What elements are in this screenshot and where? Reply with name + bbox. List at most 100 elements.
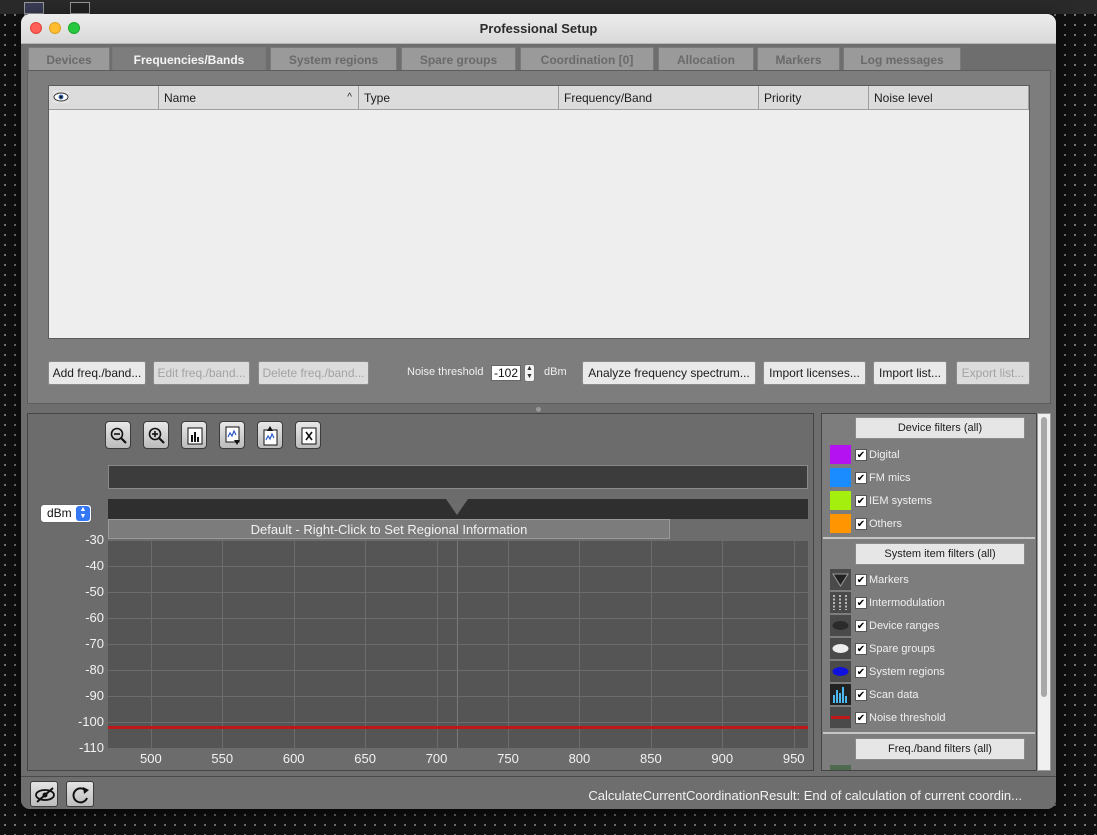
iem-systems-checkbox[interactable]: ✔ — [855, 495, 867, 507]
tab-system-regions[interactable]: System regions — [270, 47, 397, 70]
column-header-noise-level[interactable]: Noise level — [869, 86, 1029, 110]
clear-scan-button[interactable] — [295, 421, 321, 449]
system-item-filters-button[interactable]: System item filters (all) — [855, 543, 1025, 565]
desktop-top-strip — [0, 0, 1097, 14]
system-region-icon — [830, 661, 851, 682]
grid-line-horizontal — [108, 748, 808, 749]
spare-groups-checkbox[interactable]: ✔ — [855, 643, 867, 655]
delete-freq-band-button[interactable]: Delete freq./band... — [258, 361, 369, 385]
export-scan-button[interactable] — [219, 421, 245, 449]
select-arrows-icon: ▲ ▼ — [76, 506, 90, 521]
tab-devices[interactable]: Devices — [28, 47, 110, 70]
grid-line-horizontal — [108, 670, 808, 671]
spare-groups-label: Spare groups — [869, 643, 936, 655]
section-divider — [823, 537, 1035, 539]
zoom-out-button[interactable] — [105, 421, 131, 449]
noise-threshold-line[interactable] — [108, 726, 808, 730]
x-tick-label: 500 — [139, 751, 162, 766]
unit-select[interactable]: dBm ▲ ▼ — [40, 504, 92, 523]
device-filters-button[interactable]: Device filters (all) — [855, 417, 1025, 439]
x-tick-label: 950 — [782, 751, 805, 766]
spectrum-plot[interactable] — [108, 540, 808, 749]
unit-select-value: dBm — [47, 506, 72, 520]
markers-checkbox[interactable]: ✔ — [855, 574, 867, 586]
zoom-in-button[interactable] — [143, 421, 169, 449]
y-tick-label: -40 — [85, 558, 104, 573]
chart-options-button[interactable] — [181, 421, 207, 449]
x-tick-label: 850 — [639, 751, 662, 766]
noise-threshold-stepper[interactable]: ▲ ▼ — [524, 364, 535, 382]
y-tick-label: -60 — [85, 610, 104, 625]
position-marker-icon[interactable] — [446, 499, 468, 515]
toggle-visibility-button[interactable] — [30, 781, 58, 807]
x-tick-label: 900 — [711, 751, 734, 766]
fm-mics-checkbox[interactable]: ✔ — [855, 472, 867, 484]
tab-allocation[interactable]: Allocation — [658, 47, 754, 70]
iem-systems-label: IEM systems — [869, 495, 932, 507]
splitter-handle[interactable] — [536, 407, 541, 412]
freq-band-filters-button[interactable]: Freq./band filters (all) — [855, 738, 1025, 760]
scan-data-checkbox[interactable]: ✔ — [855, 689, 867, 701]
grid-line-horizontal — [108, 722, 808, 723]
intermodulation-checkbox[interactable]: ✔ — [855, 597, 867, 609]
column-header-name[interactable]: Name ^ — [159, 86, 359, 110]
eye-icon — [53, 91, 69, 103]
grid-line-horizontal — [108, 644, 808, 645]
y-tick-label: -30 — [85, 532, 104, 547]
import-licenses-button[interactable]: Import licenses... — [763, 361, 866, 385]
column-header-priority[interactable]: Priority — [759, 86, 869, 110]
tab-coordination[interactable]: Coordination [0] — [520, 47, 654, 70]
region-label[interactable]: Default - Right-Click to Set Regional In… — [108, 519, 670, 539]
frequency-table[interactable]: Name ^ Type Frequency/Band Priority Nois… — [48, 85, 1030, 339]
import-list-button[interactable]: Import list... — [873, 361, 947, 385]
scan-data-icon — [830, 684, 851, 705]
tab-frequencies-bands[interactable]: Frequencies/Bands — [112, 47, 266, 72]
fm-mics-color-swatch — [830, 468, 851, 487]
system-regions-checkbox[interactable]: ✔ — [855, 666, 867, 678]
professional-setup-window: Professional Setup Devices Frequencies/B… — [21, 14, 1056, 809]
x-tick-label: 800 — [568, 751, 591, 766]
analyze-spectrum-button[interactable]: Analyze frequency spectrum... — [582, 361, 756, 385]
frequencies-panel: Name ^ Type Frequency/Band Priority Nois… — [27, 70, 1051, 404]
export-scan-icon — [225, 426, 240, 445]
grid-line-horizontal — [108, 592, 808, 593]
spare-group-icon — [830, 638, 851, 659]
zoom-in-icon — [148, 427, 165, 444]
marker-icon — [830, 569, 851, 590]
column-header-visibility[interactable] — [49, 86, 159, 110]
x-tick-label: 750 — [497, 751, 519, 766]
edit-freq-band-button[interactable]: Edit freq./band... — [153, 361, 250, 385]
eye-hidden-icon — [35, 787, 55, 803]
bar-chart-icon — [187, 427, 203, 445]
tab-spare-groups[interactable]: Spare groups — [401, 47, 516, 70]
y-tick-label: -90 — [85, 688, 104, 703]
section-divider — [823, 732, 1035, 734]
export-list-button[interactable]: Export list... — [956, 361, 1030, 385]
noise-threshold-checkbox[interactable]: ✔ — [855, 712, 867, 724]
tab-markers[interactable]: Markers — [757, 47, 840, 70]
tab-log-messages[interactable]: Log messages — [843, 47, 961, 70]
add-freq-band-button[interactable]: Add freq./band... — [48, 361, 146, 385]
column-header-frequency-band[interactable]: Frequency/Band — [559, 86, 759, 110]
grid-line-horizontal — [108, 696, 808, 697]
fm-mics-label: FM mics — [869, 472, 911, 484]
noise-threshold-input[interactable]: -102 — [491, 365, 521, 381]
x-tick-label: 600 — [282, 751, 305, 766]
y-tick-label: -100 — [77, 714, 104, 729]
digital-label: Digital — [869, 449, 900, 461]
device-ranges-checkbox[interactable]: ✔ — [855, 620, 867, 632]
filter-scroll-thumb[interactable] — [1041, 417, 1047, 697]
column-header-type[interactable]: Type — [359, 86, 559, 110]
filter-scrollbar[interactable] — [1037, 413, 1051, 771]
others-checkbox[interactable]: ✔ — [855, 518, 867, 530]
y-tick-label: -110 — [78, 740, 104, 755]
device-range-icon — [830, 615, 851, 636]
column-label: Name — [164, 91, 197, 105]
digital-checkbox[interactable]: ✔ — [855, 449, 867, 461]
refresh-button[interactable] — [66, 781, 94, 807]
grid-line-horizontal — [108, 566, 808, 567]
system-regions-label: System regions — [869, 666, 945, 678]
overview-bar[interactable] — [108, 465, 808, 489]
import-scan-button[interactable] — [257, 421, 283, 449]
intermodulation-label: Intermodulation — [869, 597, 945, 609]
